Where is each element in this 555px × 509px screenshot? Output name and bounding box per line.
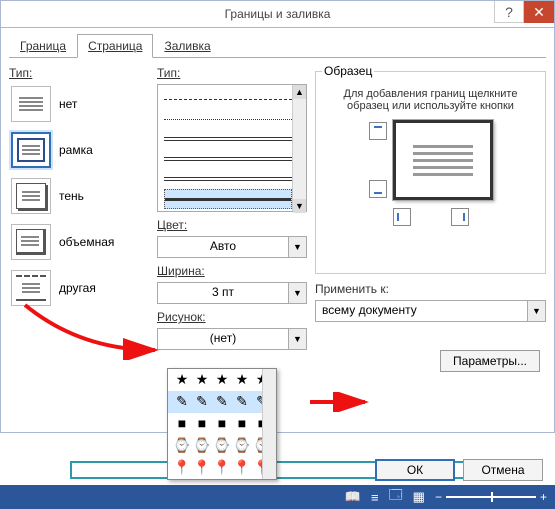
dialog-body: Граница Страница Заливка Тип: нет рамка … (0, 28, 555, 433)
type-none-label: нет (59, 97, 77, 111)
view-outline-icon[interactable]: ▦ (413, 489, 425, 505)
dialog-footer: ОК Отмена (375, 459, 543, 481)
ok-button[interactable]: ОК (375, 459, 455, 481)
color-combo[interactable]: Авто ▼ (157, 236, 307, 258)
type-3d-label: объемная (59, 235, 114, 249)
titlebar: Границы и заливка ? ✕ (0, 0, 555, 28)
width-combo[interactable]: 3 пт ▼ (157, 282, 307, 304)
options-button[interactable]: Параметры... (440, 350, 540, 372)
border-top-toggle[interactable] (369, 122, 387, 140)
chevron-down-icon[interactable]: ▼ (289, 236, 307, 258)
zoom-out-icon[interactable]: − (435, 490, 442, 504)
help-button[interactable]: ? (494, 1, 524, 23)
chevron-down-icon[interactable]: ▼ (289, 282, 307, 304)
view-readmode-icon[interactable]: 📖 (345, 489, 361, 505)
type-3d[interactable]: объемная (9, 222, 149, 262)
type-none[interactable]: нет (9, 84, 149, 124)
view-print-icon[interactable]: ≡ (371, 490, 379, 505)
art-option[interactable]: ✎✎✎✎✎ (168, 391, 276, 413)
art-dropdown-popup[interactable]: ★★★★★✎✎✎✎✎■■■■■⌚⌚⌚⌚⌚📍📍📍📍📍 (167, 368, 277, 480)
border-bottom-toggle[interactable] (369, 180, 387, 198)
tab-page[interactable]: Страница (77, 34, 153, 58)
style-scrollbar[interactable]: ▲▼ (292, 85, 306, 211)
preview-column: Образец Для добавления границ щелкните о… (315, 64, 546, 350)
tabstrip: Граница Страница Заливка (9, 34, 546, 58)
art-option[interactable]: ■■■■■ (168, 413, 276, 435)
zoom-slider[interactable]: − + (435, 490, 547, 504)
art-option[interactable]: ⌚⌚⌚⌚⌚ (168, 435, 276, 457)
view-web-icon[interactable]: 🗔 (389, 486, 403, 508)
art-option[interactable]: ★★★★★ (168, 369, 276, 391)
sample-group: Образец Для добавления границ щелкните о… (315, 64, 546, 274)
type-shadow-label: тень (59, 189, 84, 203)
setting-column: Тип: нет рамка тень объемная другая (9, 64, 149, 350)
chevron-down-icon[interactable]: ▼ (528, 300, 546, 322)
type-shadow[interactable]: тень (9, 176, 149, 216)
art-combo[interactable]: (нет) ▼ (157, 328, 307, 350)
preview-page[interactable] (393, 120, 493, 200)
dialog-title: Границы и заливка (225, 7, 331, 21)
status-bar: 📖 ≡ 🗔 ▦ − + (0, 485, 555, 509)
color-label: Цвет: (157, 218, 307, 232)
tab-border[interactable]: Граница (9, 34, 77, 57)
apply-label: Применить к: (315, 282, 546, 296)
type-label: Тип: (9, 66, 149, 80)
type-box-label: рамка (59, 143, 93, 157)
chevron-down-icon[interactable]: ▼ (289, 328, 307, 350)
apply-combo[interactable]: всему документу ▼ (315, 300, 546, 322)
color-value: Авто (157, 236, 289, 258)
window-controls: ? ✕ (494, 1, 554, 23)
sample-hint: Для добавления границ щелкните образец и… (322, 88, 539, 112)
line-style-list[interactable]: ▲▼ (157, 84, 307, 212)
width-label: Ширина: (157, 264, 307, 278)
border-right-toggle[interactable] (451, 208, 469, 226)
art-option[interactable]: 📍📍📍📍📍 (168, 457, 276, 479)
type-custom-label: другая (59, 281, 96, 295)
art-label: Рисунок: (157, 310, 307, 324)
sample-legend: Образец (322, 64, 374, 78)
close-button[interactable]: ✕ (524, 1, 554, 23)
width-value: 3 пт (157, 282, 289, 304)
art-value: (нет) (157, 328, 289, 350)
border-left-toggle[interactable] (393, 208, 411, 226)
type-box[interactable]: рамка (9, 130, 149, 170)
zoom-in-icon[interactable]: + (540, 490, 547, 504)
style-label: Тип: (157, 66, 307, 80)
cancel-button[interactable]: Отмена (463, 459, 543, 481)
tab-fill[interactable]: Заливка (153, 34, 221, 57)
style-column: Тип: ▲▼ Цвет: Авто ▼ Ширина: 3 пт ▼ (157, 64, 307, 350)
type-custom[interactable]: другая (9, 268, 149, 308)
apply-value: всему документу (315, 300, 528, 322)
dropdown-scrollbar[interactable] (262, 369, 276, 479)
